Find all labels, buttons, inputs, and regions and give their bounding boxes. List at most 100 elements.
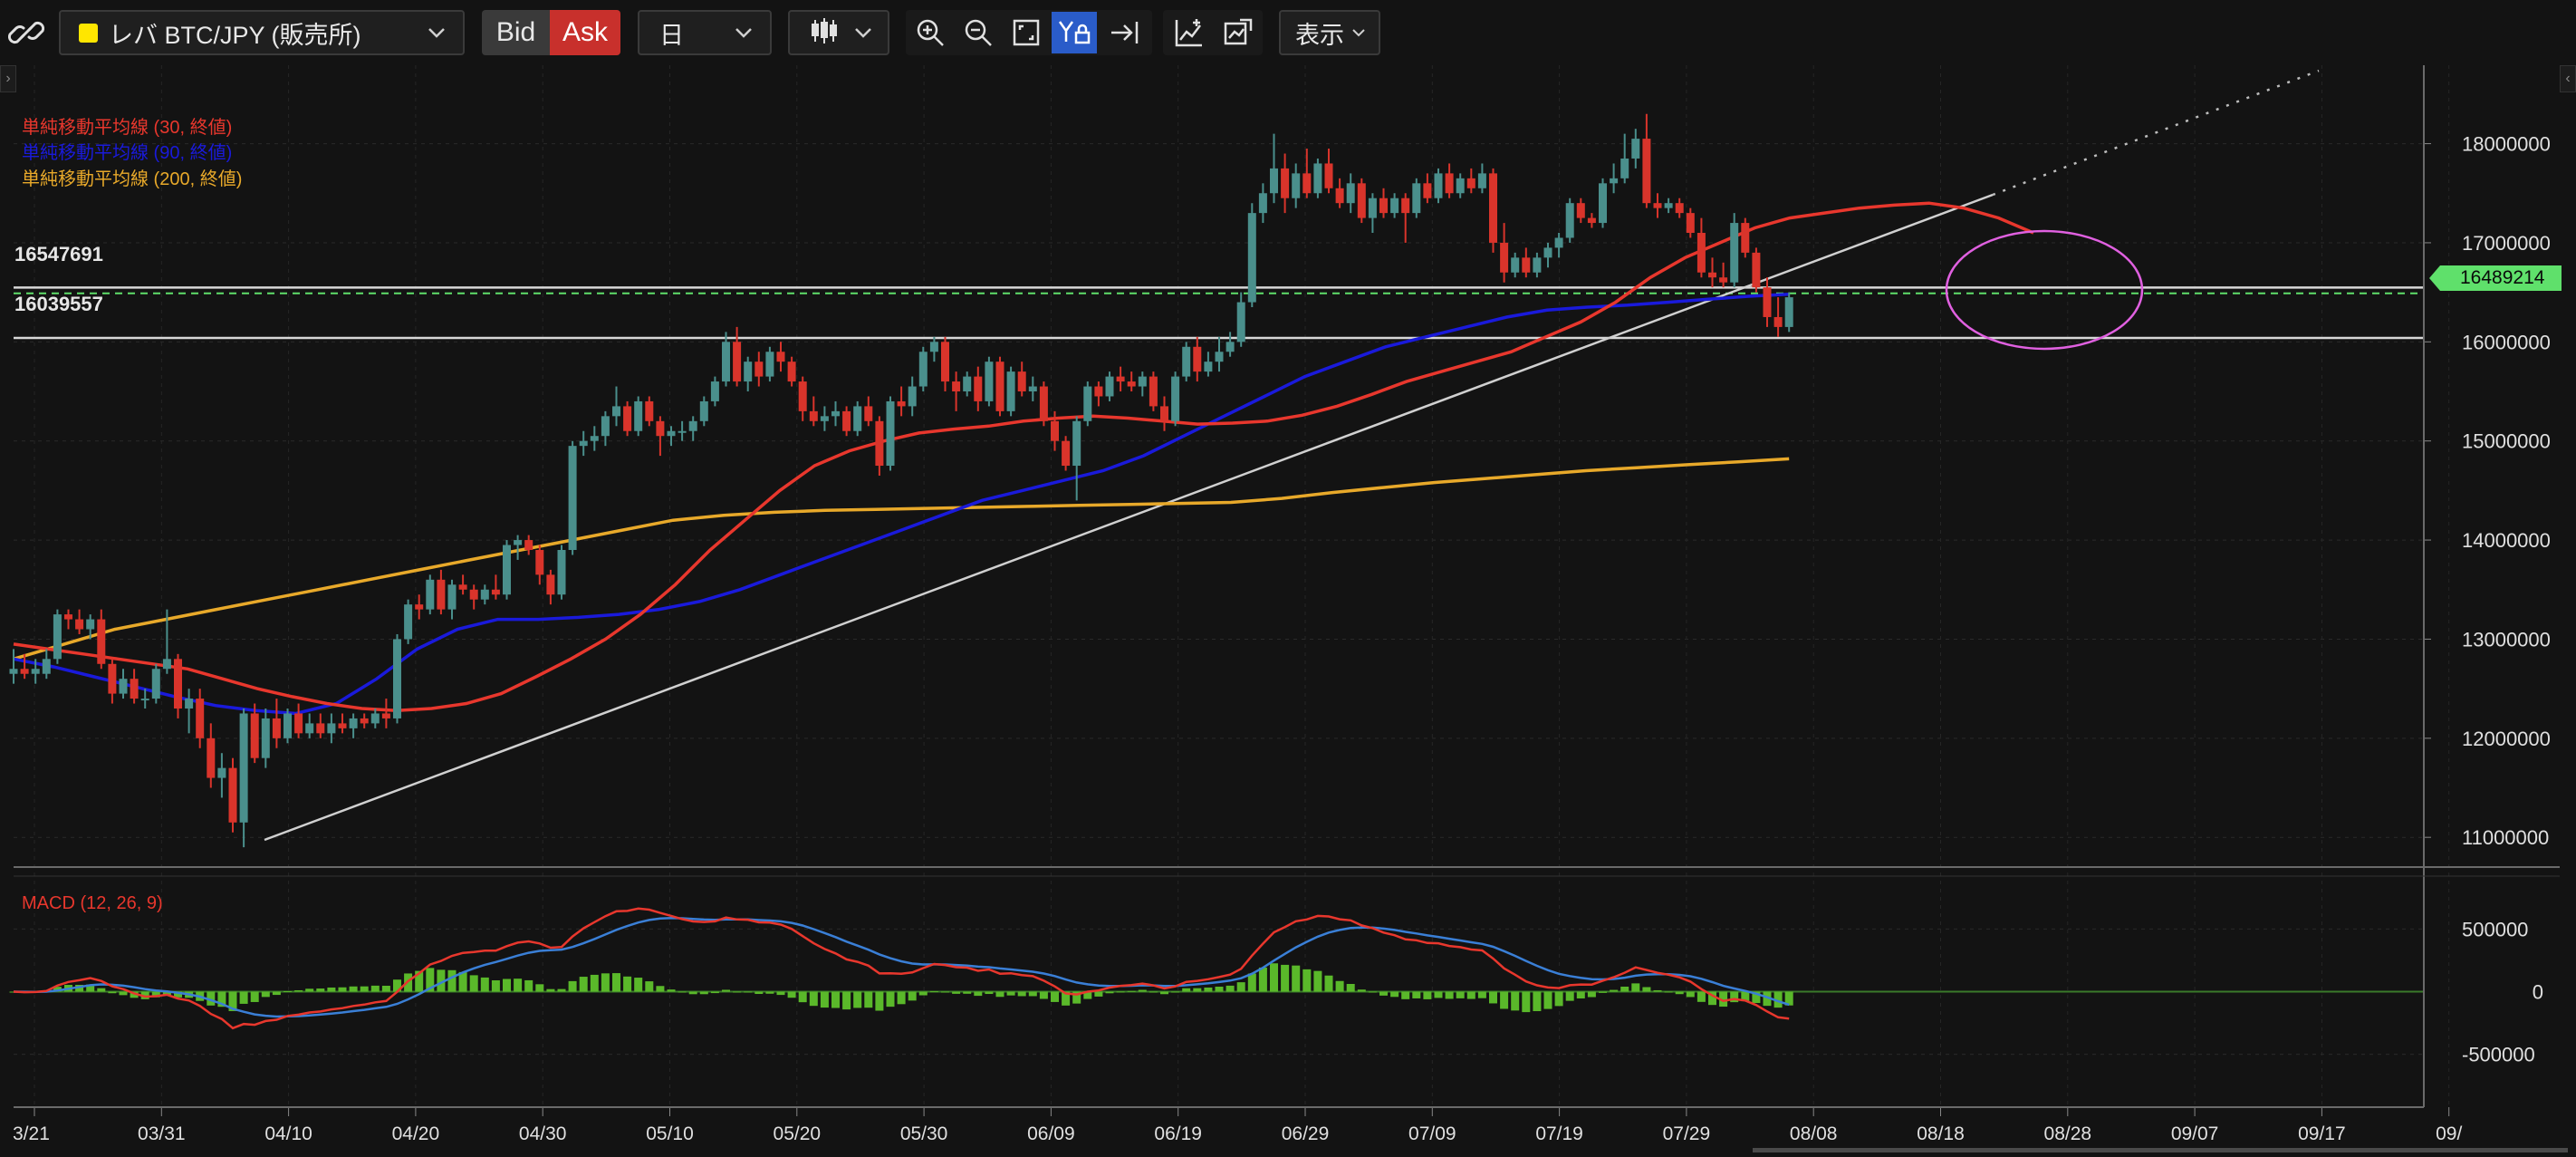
date-tick-label: 05/30 xyxy=(900,1123,948,1144)
price-tick-label: 12000000 xyxy=(2462,728,2551,750)
candle-down xyxy=(316,723,325,734)
candle-up xyxy=(42,659,51,674)
candle-down xyxy=(1324,163,1333,188)
candle-up xyxy=(1138,376,1147,387)
candle-down xyxy=(20,669,29,674)
candle-up xyxy=(557,550,566,595)
date-tick-label: 06/19 xyxy=(1154,1123,1202,1144)
candle-up xyxy=(612,406,620,417)
macd-histogram-bar xyxy=(755,991,764,995)
candle-up xyxy=(722,342,730,382)
indicator-icon[interactable] xyxy=(1167,12,1212,53)
macd-histogram-bar xyxy=(1324,975,1333,992)
candle-down xyxy=(1281,168,1290,198)
date-tick-label: 08/18 xyxy=(1917,1123,1965,1144)
candle-up xyxy=(1083,386,1092,421)
macd-histogram-bar xyxy=(1599,991,1607,993)
macd-histogram-bar xyxy=(284,990,292,992)
candle-up xyxy=(1006,371,1015,411)
macd-histogram-bar xyxy=(1477,991,1486,998)
macd-histogram-bar xyxy=(875,991,884,1011)
zoom-out-icon[interactable] xyxy=(956,12,1001,53)
macd-histogram-bar xyxy=(1587,991,1596,998)
macd-histogram-bar xyxy=(864,991,873,1008)
macd-histogram-bar xyxy=(1368,991,1377,993)
price-chart[interactable]: 500000 0 -500000 11000000 12000000 13000000 1… xyxy=(0,65,2576,1152)
candle-down xyxy=(1379,198,1388,214)
chart-area[interactable]: 500000 0 -500000 11000000 12000000 13000000 1… xyxy=(0,65,2576,1157)
candle-up xyxy=(918,352,928,387)
symbol-selector[interactable]: レバ BTC/JPY (販売所) xyxy=(59,10,465,55)
sma200-line xyxy=(13,457,1790,660)
candle-up xyxy=(9,669,18,674)
date-tick-label: 05/20 xyxy=(774,1123,822,1144)
macd-histogram-bar xyxy=(733,991,742,993)
timeframe-selector[interactable]: 日 xyxy=(638,10,772,55)
candle-up xyxy=(503,545,511,595)
macd-histogram-bar xyxy=(469,975,478,992)
macd-histogram-bar xyxy=(809,991,818,1007)
macd-histogram-bar xyxy=(349,986,358,992)
candle-down xyxy=(1039,386,1048,421)
candle-up xyxy=(1610,178,1619,184)
sma90-legend: 単純移動平均線 (90, 終値) xyxy=(22,143,233,163)
macd-histogram-bar xyxy=(568,980,577,992)
sma90-line xyxy=(13,293,1790,716)
candle-down xyxy=(546,574,555,595)
candle-up xyxy=(634,400,643,431)
candle-down xyxy=(1752,252,1761,288)
y-axis-lock-icon[interactable] xyxy=(1052,12,1097,53)
fit-screen-icon[interactable] xyxy=(1004,12,1049,53)
candle-down xyxy=(1051,420,1059,441)
candle-down xyxy=(798,381,807,411)
candle-down xyxy=(809,410,818,421)
macd-histogram-bar xyxy=(1686,991,1695,998)
macd-histogram-bar xyxy=(699,991,708,995)
macd-histogram-bar xyxy=(294,989,303,992)
macd-histogram-bar xyxy=(985,991,994,995)
candle-down xyxy=(733,342,742,382)
macd-histogram-bar xyxy=(842,991,851,1010)
chart-type-selector[interactable] xyxy=(788,10,889,55)
candle-up xyxy=(1105,376,1114,397)
candle-up xyxy=(1664,203,1673,208)
candle-up xyxy=(1599,183,1607,224)
macd-histogram-bar xyxy=(1489,991,1497,1004)
date-tick-label: 05/10 xyxy=(646,1123,694,1144)
macd-histogram-bar xyxy=(765,991,774,994)
macd-histogram-bar xyxy=(579,977,588,992)
candle-down xyxy=(1576,203,1585,218)
macd-histogram-bar xyxy=(918,991,928,996)
candle-up xyxy=(1730,223,1739,283)
bid-button[interactable]: Bid xyxy=(482,10,550,55)
candle-down xyxy=(1522,257,1531,273)
candle-up xyxy=(1631,139,1640,159)
macd-histogram-bar xyxy=(535,984,544,992)
display-menu[interactable]: 表示 xyxy=(1279,10,1380,55)
link-icon[interactable] xyxy=(4,12,49,53)
candle-down xyxy=(842,410,851,431)
drawing-icon[interactable] xyxy=(1216,12,1261,53)
macd-histogram-bar xyxy=(908,991,917,1001)
candle-up xyxy=(710,381,719,401)
candle-down xyxy=(97,619,106,664)
candle-down xyxy=(1423,183,1432,198)
scroll-right-icon[interactable] xyxy=(1101,12,1147,53)
zoom-in-icon[interactable] xyxy=(908,12,953,53)
candle-down xyxy=(623,406,632,431)
symbol-color-swatch xyxy=(79,23,98,43)
macd-histogram-bar xyxy=(1522,991,1531,1013)
chevron-down-icon xyxy=(853,24,873,46)
candlestick-icon xyxy=(810,16,839,50)
candle-down xyxy=(272,718,281,738)
macd-histogram-bar xyxy=(1039,991,1048,999)
macd-histogram-bar xyxy=(1149,991,1158,993)
candle-up xyxy=(217,767,226,778)
candle-down xyxy=(338,723,347,728)
macd-histogram-bar xyxy=(381,986,390,992)
candle-down xyxy=(415,604,424,610)
macd-histogram-bar xyxy=(305,988,314,992)
candle-down xyxy=(130,679,139,699)
candle-up xyxy=(119,679,128,694)
ask-button[interactable]: Ask xyxy=(550,10,620,55)
